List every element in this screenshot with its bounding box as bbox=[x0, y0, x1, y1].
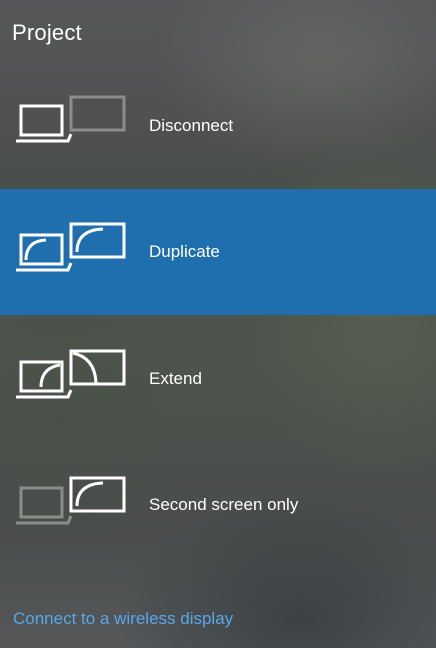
option-second-screen-only[interactable]: Second screen only bbox=[0, 442, 436, 568]
option-label: Second screen only bbox=[149, 495, 299, 514]
duplicate-display-icon bbox=[15, 189, 130, 315]
option-label: Disconnect bbox=[149, 116, 234, 135]
option-disconnect[interactable]: Disconnect bbox=[0, 63, 436, 189]
panel-title: Project bbox=[12, 20, 82, 45]
extend-display-icon bbox=[15, 316, 130, 442]
option-duplicate[interactable]: Duplicate bbox=[0, 189, 436, 315]
second-screen-only-icon bbox=[15, 442, 130, 568]
option-extend[interactable]: Extend bbox=[0, 316, 436, 442]
disconnect-display-icon bbox=[15, 63, 130, 189]
option-label: Extend bbox=[149, 369, 202, 388]
connect-wireless-display-link[interactable]: Connect to a wireless display bbox=[13, 609, 233, 629]
option-label: Duplicate bbox=[149, 242, 220, 261]
